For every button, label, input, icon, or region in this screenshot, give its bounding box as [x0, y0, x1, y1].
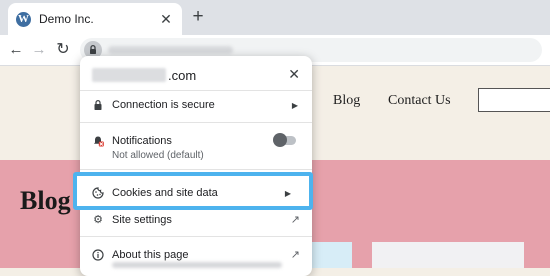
arrow-right-icon[interactable]: →: [28, 39, 50, 61]
plus-icon[interactable]: +: [188, 7, 208, 27]
divider: [80, 236, 312, 237]
reload-icon[interactable]: ↻: [52, 39, 74, 61]
nav-link-contact[interactable]: Contact Us: [388, 93, 451, 109]
arrow-left-icon[interactable]: ←: [5, 39, 27, 61]
gear-icon: ⚙: [93, 214, 103, 226]
notifications-status: Not allowed (default): [112, 150, 204, 161]
close-icon[interactable]: ✕: [156, 9, 176, 29]
tab-strip: W Demo Inc. ✕ +: [0, 0, 550, 35]
cookies-label: Cookies and site data: [112, 187, 218, 199]
cookie-icon: [92, 187, 104, 199]
site-search-input[interactable]: [478, 88, 550, 112]
popup-domain: .com: [168, 68, 197, 83]
cookies-row[interactable]: Cookies and site data ▶: [73, 172, 313, 210]
wordpress-icon: W: [16, 12, 31, 27]
open-external-icon: ↗: [290, 214, 300, 226]
lock-icon: [92, 99, 104, 111]
tab-title: Demo Inc.: [39, 12, 94, 26]
site-settings-label: Site settings: [112, 214, 172, 226]
page-heading: Blog: [20, 186, 71, 215]
chevron-right-icon: ▶: [291, 101, 298, 110]
open-external-icon: ↗: [290, 249, 300, 261]
domain-redacted: [92, 68, 166, 82]
about-page-label: About this page: [112, 249, 189, 261]
connection-label: Connection is secure: [112, 99, 215, 111]
close-icon[interactable]: ✕: [288, 66, 300, 83]
nav-link-blog[interactable]: Blog: [333, 93, 360, 109]
chevron-right-icon: ▶: [284, 189, 291, 198]
divider: [80, 122, 312, 123]
notifications-label: Notifications: [112, 135, 172, 147]
browser-tab[interactable]: W Demo Inc. ✕: [8, 3, 182, 35]
url-text-redacted: [108, 46, 233, 54]
info-icon: [92, 249, 104, 261]
post-thumbnail[interactable]: [372, 242, 524, 268]
about-description-redacted: [112, 262, 282, 268]
bell-blocked-icon: [92, 135, 104, 147]
divider: [80, 90, 312, 91]
toggle-knob: [273, 133, 287, 147]
post-thumbnail[interactable]: [310, 242, 352, 268]
site-info-popup: .com ✕ Connection is secure ▶ Notificati…: [80, 56, 312, 276]
divider: [80, 169, 312, 170]
notifications-toggle[interactable]: [273, 133, 296, 147]
